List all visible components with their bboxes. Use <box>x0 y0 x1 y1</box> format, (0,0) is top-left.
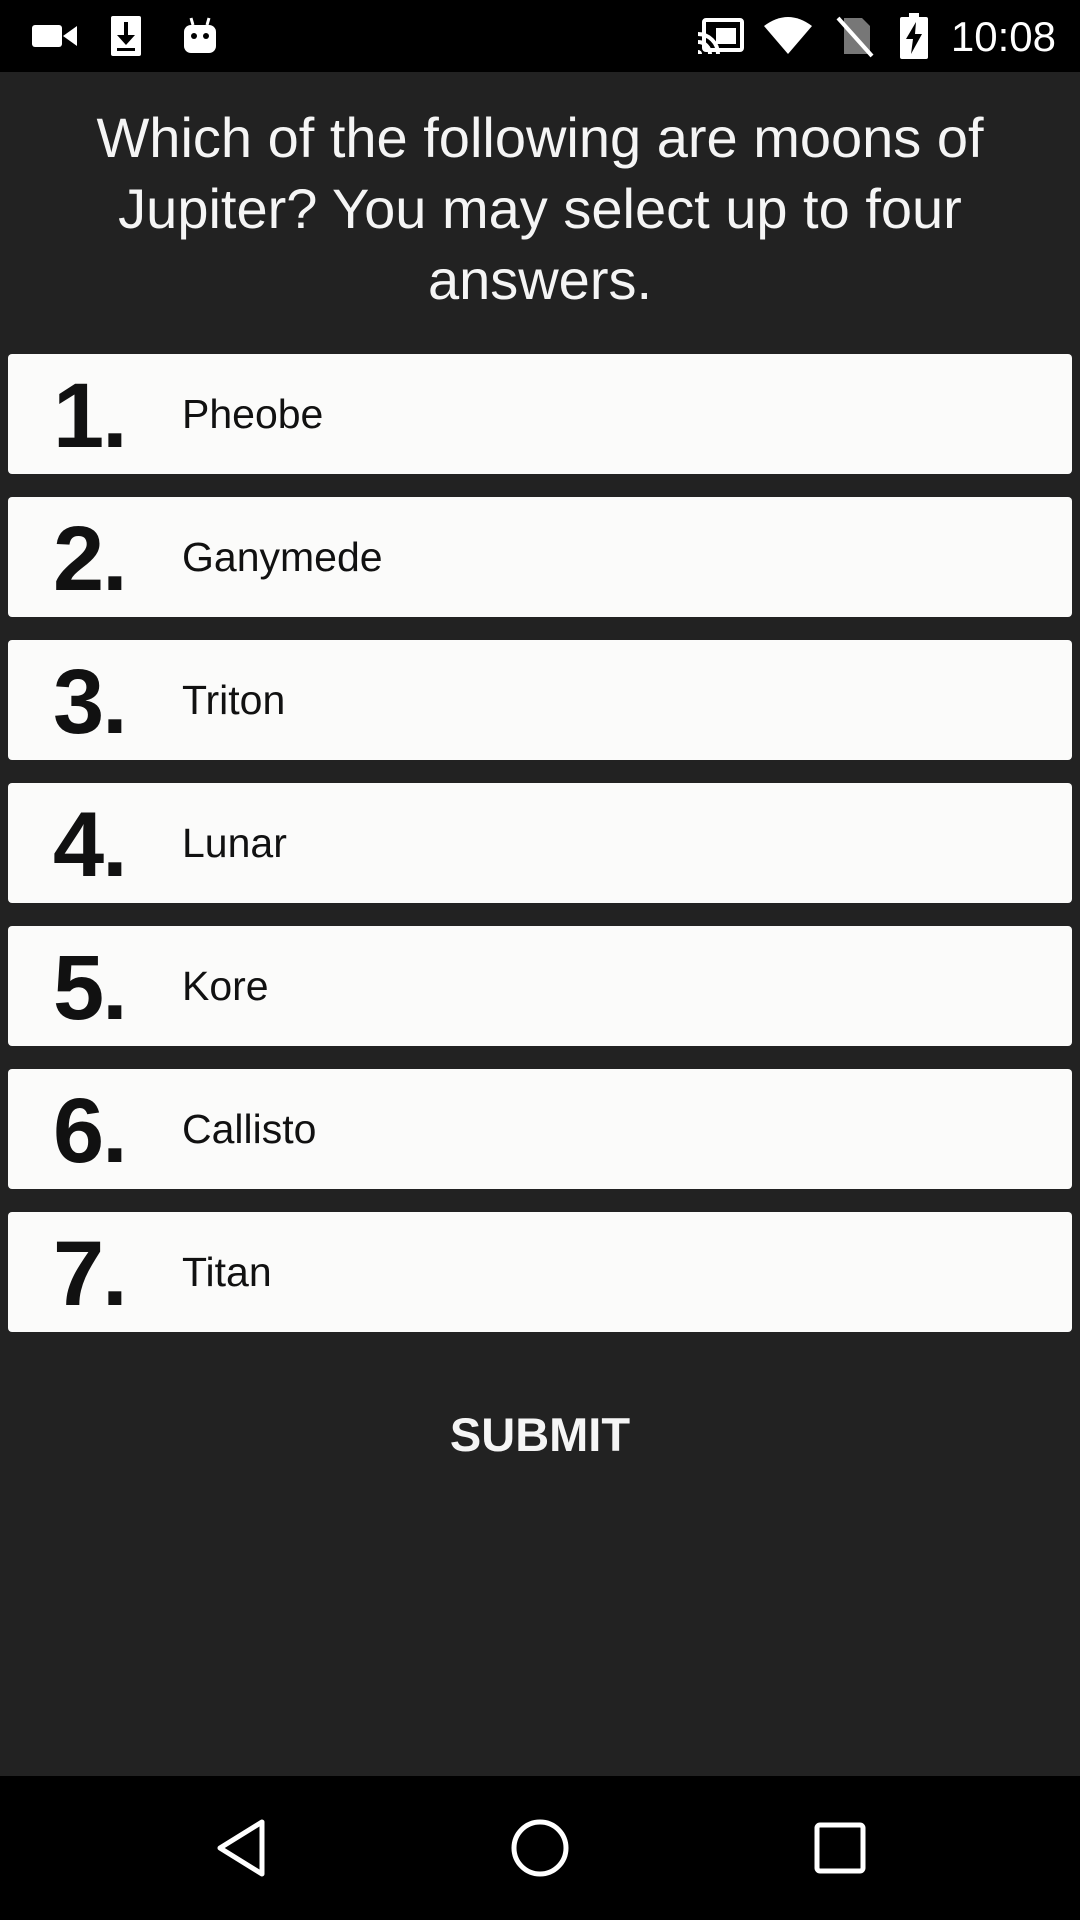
recents-icon[interactable] <box>760 1776 920 1920</box>
answer-label: Callisto <box>182 1106 317 1152</box>
answer-number: 1. <box>53 365 128 467</box>
download-icon <box>104 0 148 72</box>
answer-option-1[interactable]: 1. Pheobe <box>8 354 1072 474</box>
answer-label: Titan <box>182 1249 272 1295</box>
status-time: 10:08 <box>950 13 1056 60</box>
answer-number: 3. <box>53 651 128 753</box>
no-sim-icon <box>832 0 876 72</box>
answer-option-4[interactable]: 4. Lunar <box>8 783 1072 903</box>
answer-number: 7. <box>53 1223 128 1325</box>
question-text: Which of the following are moons of Jupi… <box>96 106 984 311</box>
answer-number: 6. <box>53 1080 128 1182</box>
answer-list: 1. Pheobe 2. Ganymede 3. Triton 4. Lunar… <box>8 354 1072 1355</box>
back-icon[interactable] <box>162 1776 322 1920</box>
battery-charging-icon <box>896 0 932 72</box>
android-icon <box>178 0 222 72</box>
answer-number: 2. <box>53 508 128 610</box>
wifi-icon <box>760 0 816 72</box>
navigation-bar <box>0 1776 1080 1920</box>
answer-label: Lunar <box>182 820 287 866</box>
answer-option-2[interactable]: 2. Ganymede <box>8 497 1072 617</box>
video-camera-icon <box>28 0 82 72</box>
home-icon[interactable] <box>460 1776 620 1920</box>
answer-option-6[interactable]: 6. Callisto <box>8 1069 1072 1189</box>
answer-option-7[interactable]: 7. Titan <box>8 1212 1072 1332</box>
answer-number: 5. <box>53 937 128 1039</box>
answer-label: Pheobe <box>182 391 324 437</box>
submit-button[interactable]: SUBMIT <box>390 1384 690 1484</box>
answer-label: Triton <box>182 677 286 723</box>
status-bar: 10:08 <box>0 0 1080 72</box>
answer-option-3[interactable]: 3. Triton <box>8 640 1072 760</box>
answer-option-5[interactable]: 5. Kore <box>8 926 1072 1046</box>
answer-label: Kore <box>182 963 269 1009</box>
quiz-screen: Which of the following are moons of Jupi… <box>0 72 1080 1776</box>
answer-number: 4. <box>53 794 128 896</box>
answer-label: Ganymede <box>182 534 383 580</box>
cast-icon <box>692 0 748 72</box>
